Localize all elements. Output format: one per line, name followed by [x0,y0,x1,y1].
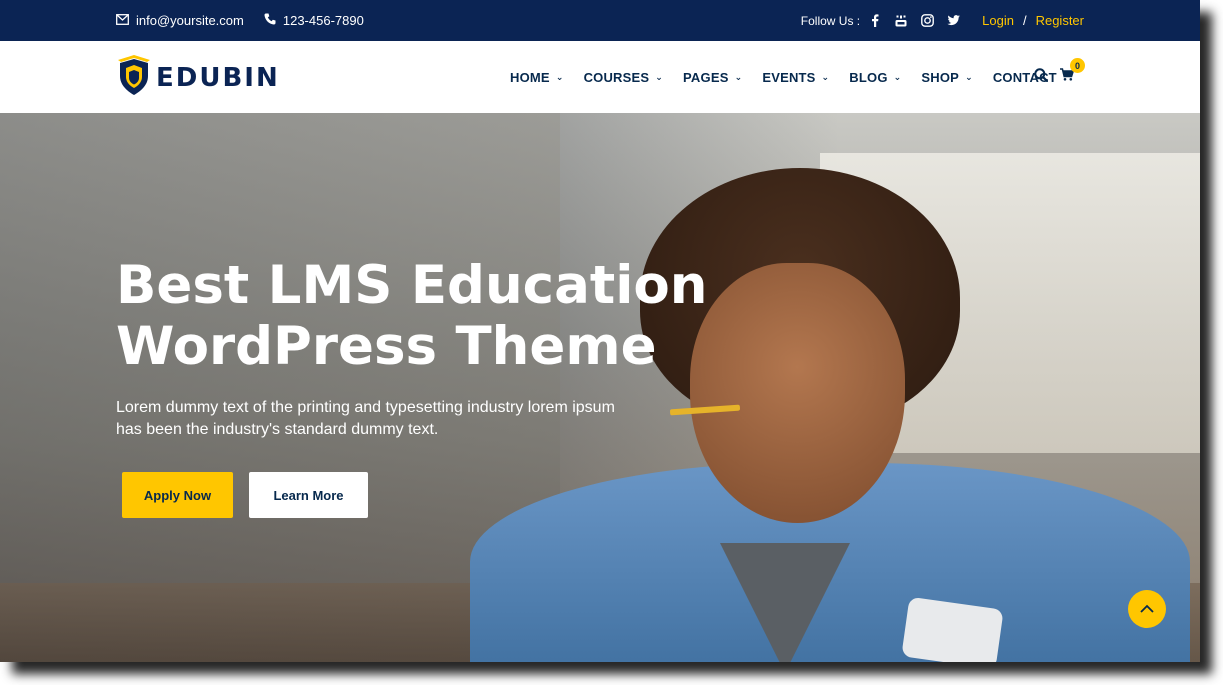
auth-links: Login / Register [982,13,1084,28]
nav-item-shop[interactable]: SHOP ⌄ [921,70,972,85]
nav-label: EVENTS [762,69,816,85]
register-link[interactable]: Register [1036,13,1084,28]
hero-section: Best LMS Education WordPress Theme Lorem… [0,113,1200,662]
chevron-down-icon: ⌄ [965,71,973,82]
main-menu: HOME ⌄ COURSES ⌄ PAGES ⌄ EVENTS ⌄ BLOG ⌄… [510,41,1077,113]
phone-text: 123-456-7890 [282,13,364,28]
phone-icon [264,13,283,28]
nav-item-pages[interactable]: PAGES ⌄ [683,70,742,85]
topbar-right: Follow Us : Login / Register [801,0,1084,41]
brand-name: EDUBIN [156,62,280,93]
search-icon[interactable] [1034,67,1049,87]
chevron-down-icon: ⌄ [734,71,743,82]
twitter-icon[interactable] [946,14,960,28]
nav-icons: 0 [1034,41,1085,113]
nav-label: PAGES [683,69,729,85]
phone-contact[interactable]: 123-456-7890 [264,13,364,28]
login-link[interactable]: Login [982,13,1014,28]
contact-info: info@yoursite.com 123-456-7890 [116,0,384,41]
nav-label: SHOP [921,69,960,85]
nav-item-home[interactable]: HOME ⌄ [510,70,564,85]
back-to-top-button[interactable] [1128,590,1166,628]
cart-button[interactable]: 0 [1060,58,1085,86]
chevron-down-icon: ⌄ [555,71,564,82]
envelope-icon [116,13,136,28]
email-text: info@yoursite.com [136,13,244,28]
social-links [868,14,960,28]
nav-item-events[interactable]: EVENTS ⌄ [762,70,829,85]
site-logo[interactable]: EDUBIN [116,54,280,101]
hero-title: Best LMS Education WordPress Theme [116,255,708,377]
nav-item-blog[interactable]: BLOG ⌄ [849,70,901,85]
facebook-icon[interactable] [868,14,882,28]
nav-label: HOME [510,69,550,85]
hero-person-face [690,263,905,523]
follow-label: Follow Us : [800,13,861,28]
learn-more-button[interactable]: Learn More [249,472,368,518]
top-bar: info@yoursite.com 123-456-7890 Follow Us… [0,0,1200,41]
apply-now-button[interactable]: Apply Now [122,472,233,518]
nav-item-courses[interactable]: COURSES ⌄ [584,70,663,85]
email-contact[interactable]: info@yoursite.com [116,13,244,28]
instagram-icon[interactable] [920,14,934,28]
chevron-down-icon: ⌄ [821,71,830,82]
chevron-down-icon: ⌄ [655,71,664,82]
page-frame: info@yoursite.com 123-456-7890 Follow Us… [0,0,1200,662]
nav-label: COURSES [583,69,650,85]
main-navbar: EDUBIN HOME ⌄ COURSES ⌄ PAGES ⌄ EVENTS ⌄… [0,41,1200,113]
chevron-up-icon [1140,600,1154,618]
youtube-icon[interactable] [894,14,908,28]
shield-logo-icon [116,54,152,101]
nav-label: BLOG [849,69,888,85]
chevron-down-icon: ⌄ [893,71,902,82]
hero-subtitle: Lorem dummy text of the printing and typ… [116,399,615,438]
cart-count-badge: 0 [1070,58,1085,73]
auth-separator: / [1022,13,1027,28]
